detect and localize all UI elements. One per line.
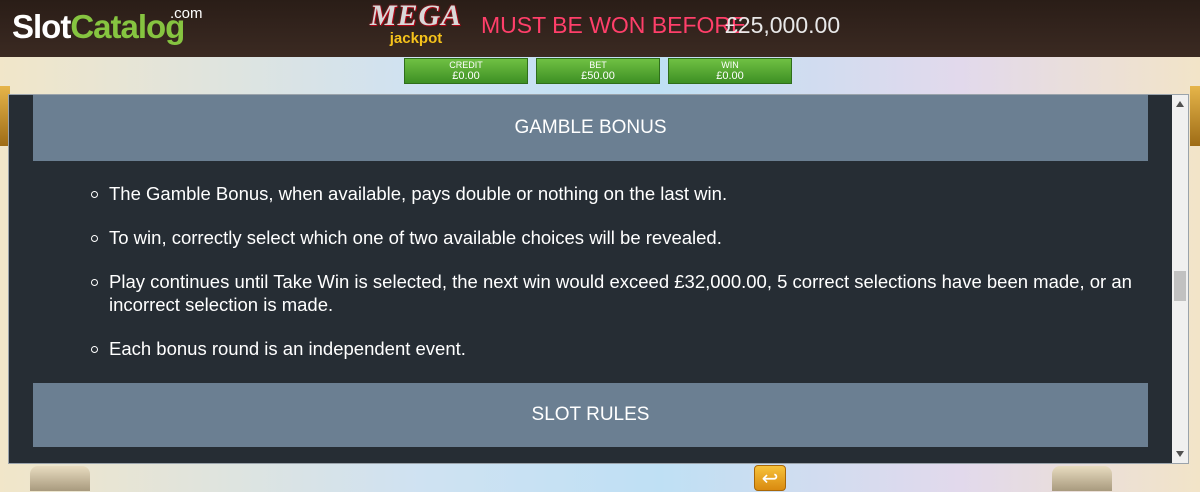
- section-title: GAMBLE BONUS: [514, 117, 667, 138]
- credit-display: CREDIT £0.00: [404, 58, 528, 84]
- logo-catalog-text: Catalog: [70, 8, 185, 45]
- win-display: WIN £0.00: [668, 58, 792, 84]
- vertical-scrollbar[interactable]: [1172, 95, 1188, 463]
- bullet-circle-icon: [91, 346, 98, 353]
- top-bar: SlotCatalog .com MEGA jackpot MUST BE WO…: [0, 0, 1200, 57]
- credit-value: £0.00: [452, 70, 480, 82]
- gamble-rules-list: The Gamble Bonus, when available, pays d…: [91, 182, 1149, 381]
- section-header-gamble-bonus: GAMBLE BONUS: [33, 95, 1148, 161]
- jackpot-message: MUST BE WON BEFORE: [481, 12, 747, 38]
- bet-value: £50.00: [581, 70, 615, 82]
- list-item: Each bonus round is an independent event…: [91, 337, 1149, 360]
- list-item: Play continues until Take Win is selecte…: [91, 270, 1149, 316]
- bottom-right-statue-decoration: [1052, 466, 1112, 491]
- rule-text: To win, correctly select which one of tw…: [109, 227, 722, 248]
- scrollbar-thumb[interactable]: [1174, 271, 1186, 301]
- chevron-up-icon[interactable]: [1176, 101, 1184, 107]
- rule-text: The Gamble Bonus, when available, pays d…: [109, 183, 728, 204]
- back-button[interactable]: ↩: [754, 465, 786, 491]
- section-header-slot-rules[interactable]: SLOT RULES: [33, 383, 1148, 447]
- return-arrow-icon: ↩: [761, 468, 779, 490]
- right-pillar-decoration: [1190, 86, 1200, 146]
- slotcatalog-logo[interactable]: SlotCatalog .com: [12, 5, 203, 46]
- rule-text: Each bonus round is an independent event…: [109, 338, 466, 359]
- logo-com-text: .com: [170, 5, 203, 22]
- bullet-circle-icon: [91, 191, 98, 198]
- mega-jackpot-logo: MEGA jackpot: [364, 0, 468, 50]
- list-item: To win, correctly select which one of tw…: [91, 226, 1149, 249]
- win-value: £0.00: [716, 70, 744, 82]
- list-item: The Gamble Bonus, when available, pays d…: [91, 182, 1149, 205]
- bullet-circle-icon: [91, 235, 98, 242]
- jackpot-text: jackpot: [389, 30, 443, 47]
- rule-text: Play continues until Take Win is selecte…: [109, 271, 1132, 315]
- bullet-circle-icon: [91, 279, 98, 286]
- bet-display: BET £50.00: [536, 58, 660, 84]
- logo-slot-text: Slot: [12, 8, 71, 45]
- section-title: SLOT RULES: [531, 404, 650, 425]
- jackpot-amount: £25,000.00: [725, 12, 841, 38]
- chevron-down-icon[interactable]: [1176, 451, 1184, 457]
- rules-panel: GAMBLE BONUS The Gamble Bonus, when avai…: [8, 94, 1189, 464]
- mega-text: MEGA: [369, 0, 463, 32]
- bottom-left-statue-decoration: [30, 466, 90, 491]
